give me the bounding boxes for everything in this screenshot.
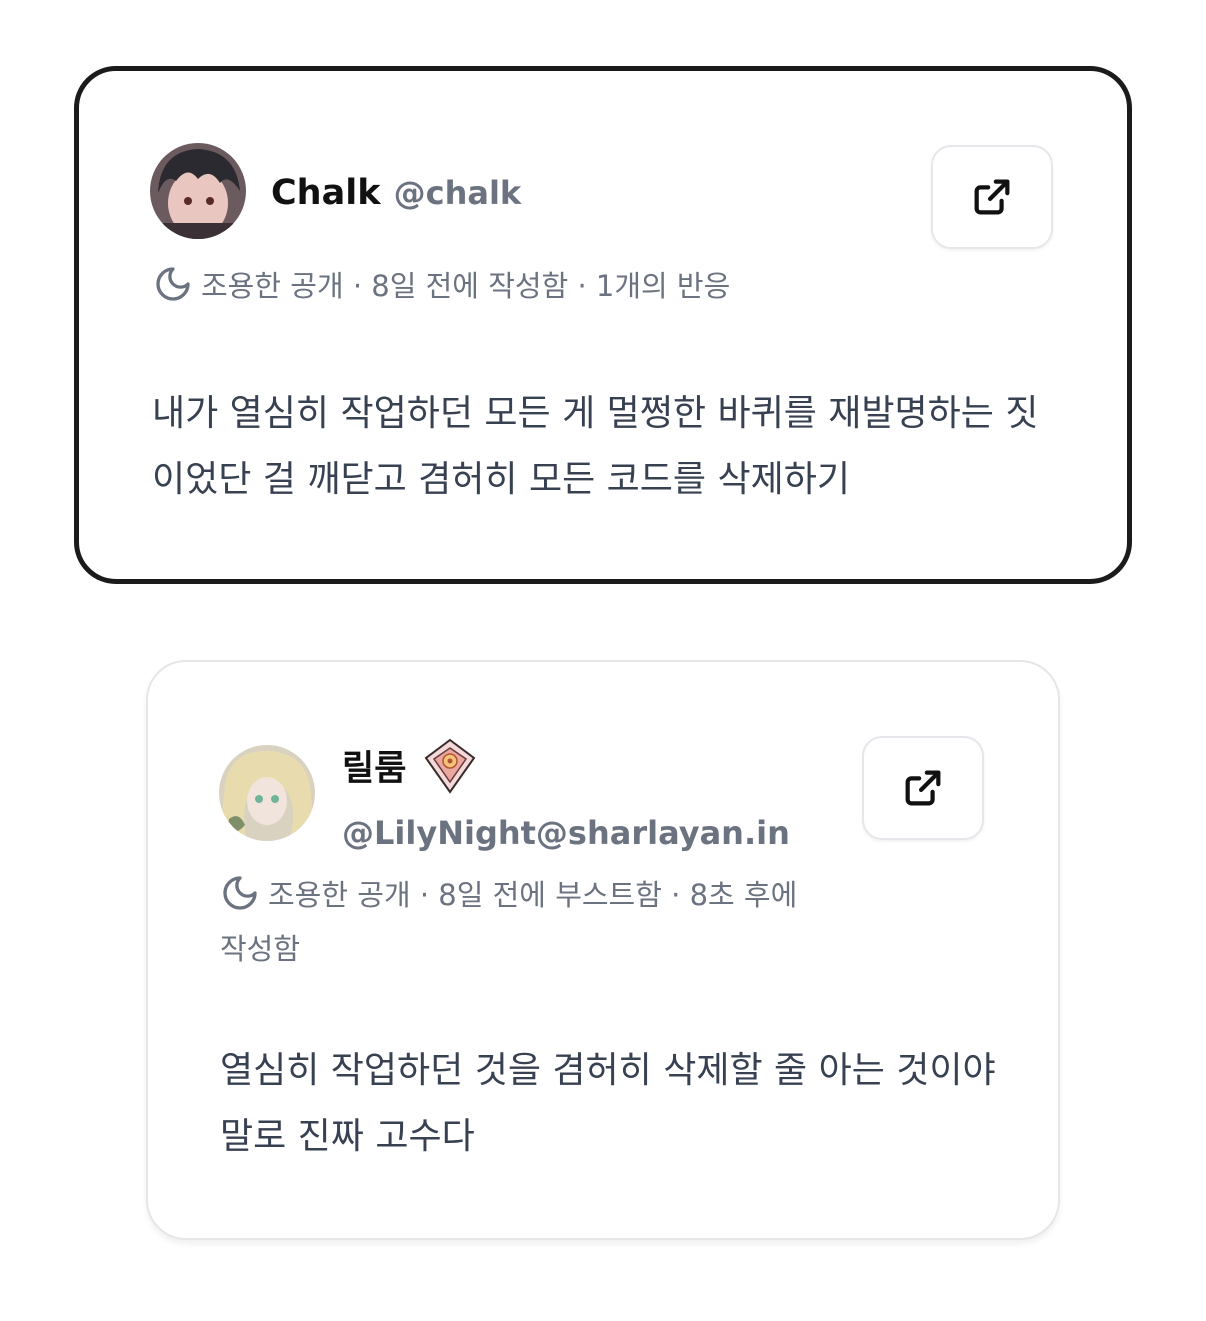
- author-line: Chalk @chalk: [271, 173, 521, 213]
- post-meta: 조용한 공개 · 8일 전에 부스트함 · 8초 후에 작성함: [220, 872, 830, 972]
- handle[interactable]: @chalk: [394, 174, 522, 212]
- moon-icon: [220, 873, 260, 926]
- open-external-button[interactable]: [862, 736, 984, 840]
- open-external-button[interactable]: [931, 145, 1053, 249]
- handle[interactable]: @LilyNight@sharlayan.in: [342, 814, 790, 852]
- post-card: Chalk @chalk 조용한 공개 · 8일 전에 작성함 · 1개의 반응…: [74, 66, 1132, 584]
- meta-text: 조용한 공개 · 8일 전에 부스트함 · 8초 후에 작성함: [220, 878, 798, 966]
- boosted-post-card: 릴룸 @LilyNight@sharlayan.in 조용한 공개 · 8일 전…: [146, 660, 1060, 1240]
- external-link-icon: [974, 179, 1010, 215]
- crystal-emblem-icon: [422, 738, 478, 798]
- external-link-icon: [905, 770, 941, 806]
- post-body: 열심히 작업하던 것을 겸허히 삭제할 줄 아는 것이야말로 진짜 고수다: [220, 1050, 996, 1157]
- author-line: 릴룸: [342, 738, 478, 798]
- post-meta: 조용한 공개 · 8일 전에 작성함 · 1개의 반응: [153, 263, 953, 317]
- display-name[interactable]: Chalk: [271, 173, 381, 213]
- moon-icon: [153, 264, 193, 317]
- avatar[interactable]: [219, 745, 315, 841]
- meta-text: 조용한 공개 · 8일 전에 작성함 · 1개의 반응: [201, 269, 731, 303]
- post-body: 내가 열심히 작업하던 모든 게 멀쩡한 바퀴를 재발명하는 짓이었단 걸 깨닫…: [152, 393, 1039, 500]
- avatar[interactable]: [150, 143, 246, 239]
- display-name[interactable]: 릴룸: [342, 749, 406, 789]
